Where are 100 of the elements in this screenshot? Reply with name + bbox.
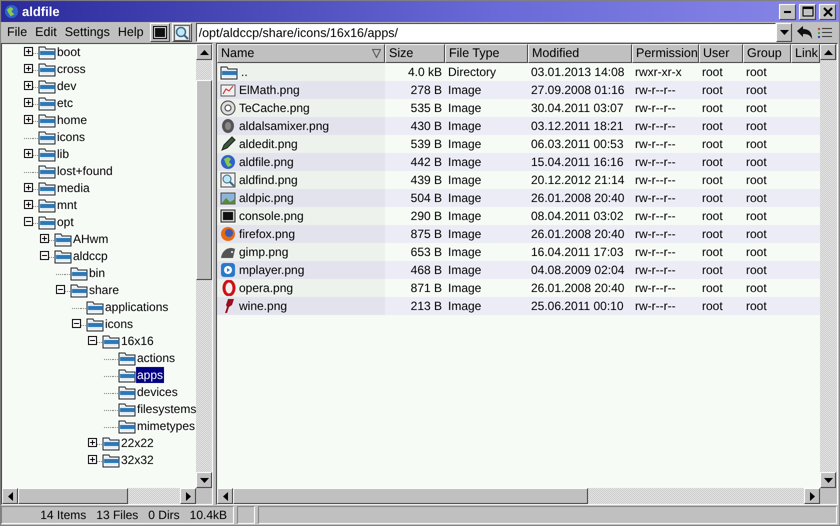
expander-icon[interactable] xyxy=(56,285,65,294)
table-cell-text: root xyxy=(701,226,724,243)
file-name[interactable]: .. xyxy=(241,63,248,81)
tree-item[interactable]: mnt xyxy=(56,196,78,212)
sort-icon[interactable] xyxy=(372,49,381,58)
tree-item[interactable]: lost+found xyxy=(56,162,114,178)
tree-item[interactable]: mimetypes xyxy=(136,418,196,434)
tree-item[interactable]: applications xyxy=(104,298,170,314)
address-field[interactable]: /opt/aldccp/share/icons/16x16/apps/ xyxy=(196,23,776,42)
scroll-down-button[interactable] xyxy=(196,472,212,488)
table-cell-text: 442 B xyxy=(410,154,443,171)
speaker-icon xyxy=(220,118,236,134)
scrollbar-thumb[interactable] xyxy=(233,488,588,504)
search-button[interactable] xyxy=(172,23,192,42)
table-cell-text: Image xyxy=(447,244,482,261)
tree-item[interactable]: filesystems xyxy=(136,400,196,416)
menu-item[interactable]: File xyxy=(3,23,32,42)
folder-icon xyxy=(38,162,56,178)
table-cell-text: root xyxy=(745,262,768,279)
film-icon xyxy=(220,262,236,278)
column-header[interactable]: User xyxy=(699,44,743,63)
expander-icon[interactable] xyxy=(40,251,49,260)
table-cell-text: rw-r--r-- xyxy=(634,154,677,171)
expander-icon[interactable] xyxy=(24,98,33,107)
expander-icon[interactable] xyxy=(24,115,33,124)
tree-item[interactable]: 22x22 xyxy=(120,434,155,450)
expander-icon[interactable] xyxy=(40,234,49,243)
tree-item[interactable]: cross xyxy=(56,60,87,76)
table-cell-text: rw-r--r-- xyxy=(634,136,677,153)
table-cell-text: root xyxy=(745,298,768,315)
scroll-up-button[interactable] xyxy=(820,44,836,60)
table-cell-text: 30.04.2011 03:07 xyxy=(530,100,625,117)
expander-icon[interactable] xyxy=(24,183,33,192)
menu-item[interactable]: Settings xyxy=(60,23,114,42)
scroll-down-button[interactable] xyxy=(820,472,836,488)
folder-icon xyxy=(86,298,104,314)
scrollbar-thumb[interactable] xyxy=(196,80,212,280)
scroll-left-button[interactable] xyxy=(2,488,18,504)
tree-item[interactable]: dev xyxy=(56,78,78,94)
expander-icon[interactable] xyxy=(24,81,33,90)
expander-icon[interactable] xyxy=(24,200,33,209)
scroll-up-button[interactable] xyxy=(196,44,212,60)
column-header[interactable]: Name xyxy=(217,44,385,63)
tree-item[interactable]: boot xyxy=(56,44,82,60)
table-cell-text: root xyxy=(745,226,768,243)
folder-icon xyxy=(70,282,88,298)
table-cell-text: root xyxy=(701,298,724,315)
tree-item[interactable]: share xyxy=(88,282,120,298)
tree-item[interactable]: apps xyxy=(136,366,164,382)
expander-icon[interactable] xyxy=(88,438,97,447)
expander-icon[interactable] xyxy=(24,217,33,226)
scroll-left-button[interactable] xyxy=(217,488,233,504)
tree-item[interactable]: aldccp xyxy=(72,248,109,264)
dropdown-button[interactable] xyxy=(776,23,792,42)
scroll-right-button[interactable] xyxy=(804,488,820,504)
column-header[interactable]: Size xyxy=(385,44,445,63)
tree-item[interactable]: actions xyxy=(136,350,176,366)
menu-item[interactable]: Edit xyxy=(31,23,61,42)
image-icon xyxy=(220,190,236,206)
expander-icon[interactable] xyxy=(88,455,97,464)
maximize-button[interactable] xyxy=(799,4,816,20)
column-header[interactable]: Group xyxy=(743,44,791,63)
expander-icon[interactable] xyxy=(24,64,33,73)
column-header[interactable]: File Type xyxy=(445,44,528,63)
table-cell-text: Image xyxy=(447,172,482,189)
expander-icon[interactable] xyxy=(24,149,33,158)
minimize-button[interactable] xyxy=(779,4,796,20)
expander-icon[interactable] xyxy=(88,336,97,345)
tree-item[interactable]: 16x16 xyxy=(120,332,155,348)
column-header[interactable]: Modified xyxy=(528,44,632,63)
terminal-icon xyxy=(220,208,236,224)
back-arrow-icon[interactable] xyxy=(796,24,814,42)
fox-globe-icon xyxy=(220,226,236,242)
menu-item[interactable]: Help xyxy=(114,23,148,42)
table-cell-text: root xyxy=(701,280,724,297)
tree-item[interactable]: home xyxy=(56,112,88,128)
tree-item[interactable]: lib xyxy=(56,146,70,162)
tree-item[interactable]: media xyxy=(56,180,91,196)
tree-item[interactable]: etc xyxy=(56,94,74,110)
tree-item[interactable]: 32x32 xyxy=(120,452,155,468)
table-cell-text: 290 B xyxy=(410,208,443,225)
scrollbar-thumb[interactable] xyxy=(18,488,128,504)
column-header[interactable]: Permission xyxy=(632,44,699,63)
table-cell-text: 08.04.2011 03:02 xyxy=(530,208,625,225)
folder-icon xyxy=(38,196,56,212)
folder-icon xyxy=(38,78,56,94)
expander-icon[interactable] xyxy=(24,47,33,56)
close-button[interactable] xyxy=(819,4,836,20)
table-cell-text: 4.0 kB xyxy=(406,64,443,81)
table-cell-text: 468 B xyxy=(410,262,443,279)
tree-item[interactable]: AHwm xyxy=(72,230,110,246)
tree-item[interactable]: opt xyxy=(56,214,75,230)
tree-item[interactable]: icons xyxy=(56,128,86,144)
terminal-button[interactable] xyxy=(150,23,170,42)
expander-icon[interactable] xyxy=(72,319,81,328)
tree-item[interactable]: bin xyxy=(88,264,106,280)
tree-item[interactable]: devices xyxy=(136,384,179,400)
tree-item[interactable]: icons xyxy=(104,316,134,332)
column-header[interactable]: Link xyxy=(791,44,820,63)
scroll-right-button[interactable] xyxy=(180,488,196,504)
